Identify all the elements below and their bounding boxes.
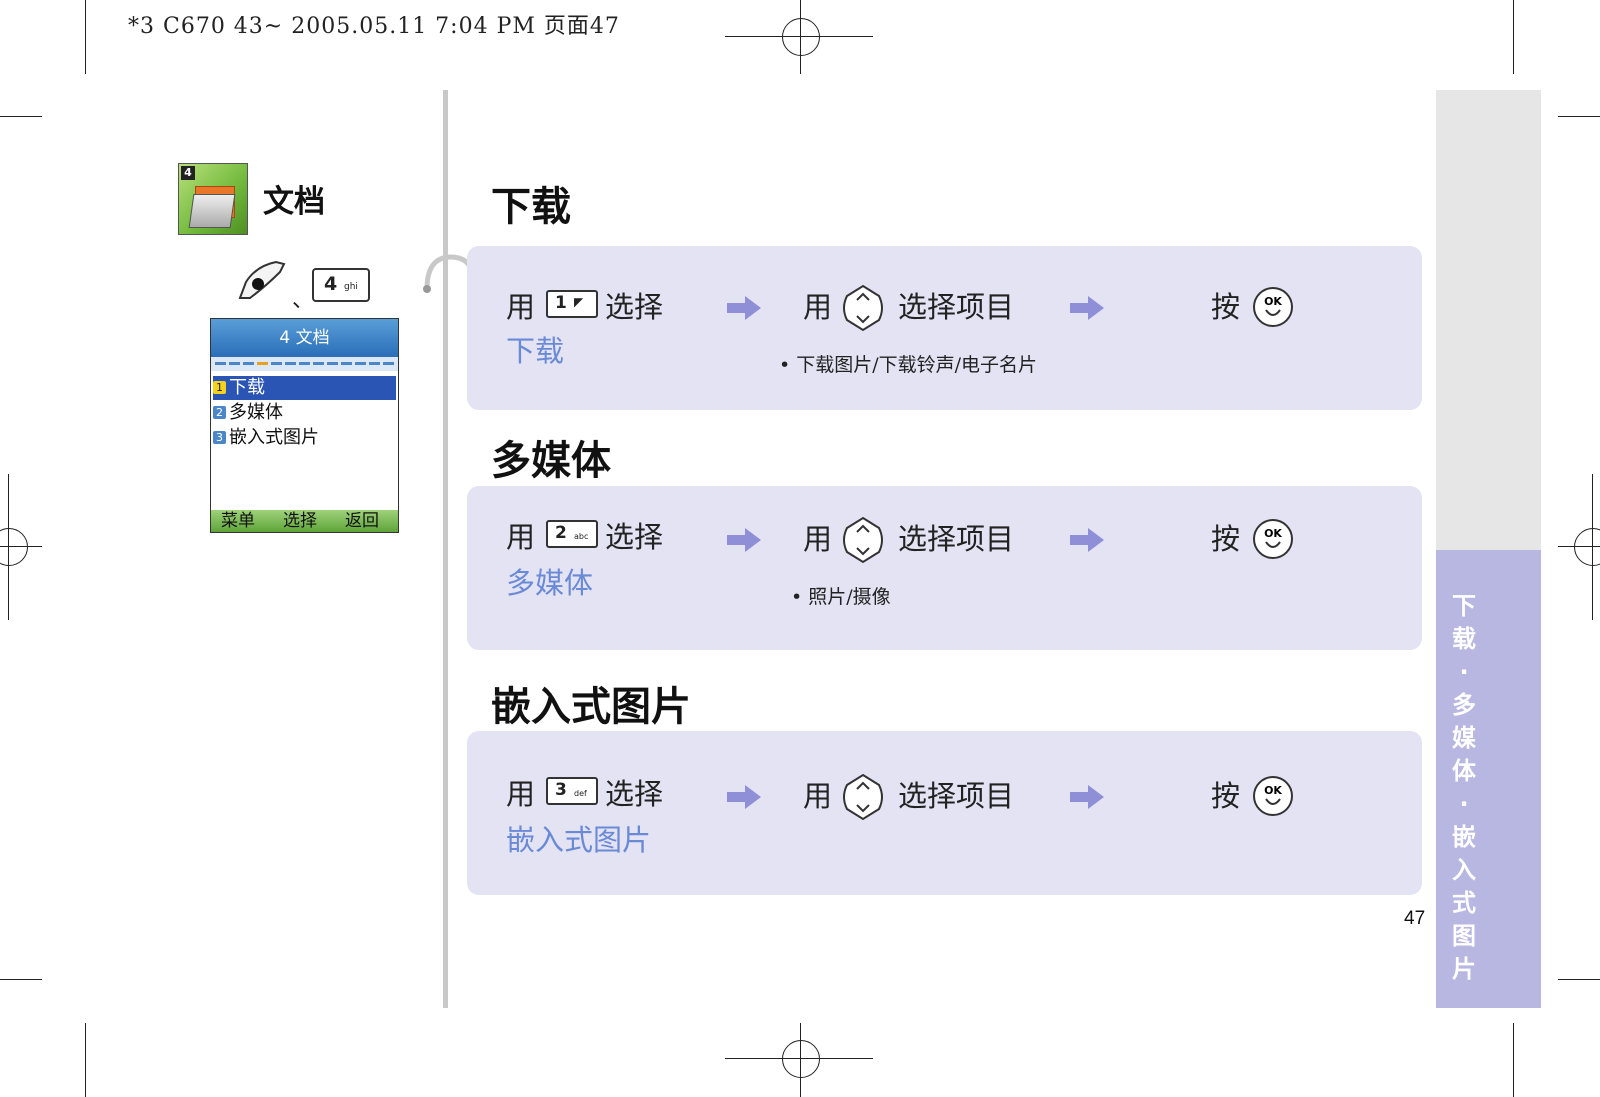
app-icon-number: 4 bbox=[181, 166, 195, 180]
phone-screen: 4 文档 1 下载 2 多媒体 3 嵌入式图片 菜单 选择 返回 bbox=[210, 318, 399, 533]
crop-mark bbox=[85, 0, 86, 74]
print-header: *3 C670 43~ 2005.05.11 7:04 PM 页面47 bbox=[128, 14, 620, 39]
item-number: 2 bbox=[213, 406, 226, 419]
registration-mark bbox=[1574, 528, 1600, 566]
arrow-right-icon bbox=[1070, 528, 1104, 552]
phone-tab-strip bbox=[211, 357, 398, 371]
item-label: 嵌入式图片 bbox=[229, 427, 319, 448]
step3-press: 按 bbox=[1211, 779, 1241, 813]
phone-screen-title: 4 文档 bbox=[211, 319, 398, 357]
step2-suffix: 选择项目 bbox=[898, 779, 1015, 813]
arrow-right-icon bbox=[1070, 296, 1104, 320]
key-digit: 1 bbox=[555, 293, 567, 313]
step1-suffix: 选择 bbox=[605, 520, 664, 554]
key-3-icon: 3 def bbox=[546, 777, 598, 805]
navigation-key-icon bbox=[843, 516, 883, 564]
phone-menu-item-embedded-images[interactable]: 3 嵌入式图片 bbox=[213, 426, 396, 450]
ok-key-icon: OK bbox=[1253, 776, 1293, 816]
crop-mark bbox=[1513, 1023, 1514, 1097]
crop-mark bbox=[1558, 979, 1600, 980]
side-tab-label: 下载·多媒体·嵌入式图片 bbox=[1452, 592, 1476, 983]
crop-mark bbox=[0, 116, 42, 117]
instruction-panel-download: 用 1 ◤ 选择 下载 用 选择项目 • 下载图片/下载铃声/电子名片 按 OK bbox=[467, 246, 1422, 410]
step1-suffix: 选择 bbox=[605, 290, 664, 324]
softkey-select[interactable]: 选择 bbox=[283, 510, 317, 532]
key-letters: def bbox=[574, 789, 587, 798]
crop-mark bbox=[0, 979, 42, 980]
registration-mark bbox=[0, 528, 28, 566]
voicemail-glyph: ◤ bbox=[574, 295, 584, 309]
section-title-embedded-images: 嵌入式图片 bbox=[491, 684, 691, 730]
key-letters: abc bbox=[574, 532, 589, 541]
ok-key-icon: OK bbox=[1253, 519, 1293, 559]
softkey-back[interactable]: 返回 bbox=[345, 510, 379, 532]
key-4-icon: 4 ghi bbox=[312, 268, 370, 302]
ok-key-label: OK bbox=[1264, 527, 1282, 540]
column-divider bbox=[443, 90, 448, 1008]
navigation-key-icon bbox=[843, 284, 883, 332]
section-title-download: 下载 bbox=[491, 184, 571, 230]
step1-target: 下载 bbox=[506, 334, 565, 368]
crop-mark bbox=[85, 1023, 86, 1097]
phone-menu-item-multimedia[interactable]: 2 多媒体 bbox=[213, 401, 396, 425]
item-label: 多媒体 bbox=[229, 402, 283, 423]
crop-mark bbox=[1513, 0, 1514, 74]
key-digit: 2 bbox=[555, 523, 567, 543]
step1-prefix: 用 bbox=[506, 520, 536, 554]
step1-prefix: 用 bbox=[506, 290, 536, 324]
app-title: 文档 bbox=[263, 184, 325, 220]
ok-key-icon: OK bbox=[1253, 287, 1293, 327]
step2-suffix: 选择项目 bbox=[898, 290, 1015, 324]
registration-mark bbox=[782, 18, 820, 56]
step2-prefix: 用 bbox=[803, 290, 833, 324]
arrow-right-icon bbox=[727, 296, 761, 320]
step2-prefix: 用 bbox=[803, 522, 833, 556]
step2-prefix: 用 bbox=[803, 779, 833, 813]
item-number: 3 bbox=[213, 431, 226, 444]
softkey-menu[interactable]: 菜单 bbox=[221, 510, 255, 532]
step3-press: 按 bbox=[1211, 522, 1241, 556]
phone-menu-item-download[interactable]: 1 下载 bbox=[213, 376, 396, 400]
arrow-right-icon bbox=[727, 785, 761, 809]
folder-icon bbox=[188, 194, 236, 228]
phone-softkey-bar: 菜单 选择 返回 bbox=[211, 510, 398, 532]
step1-target: 多媒体 bbox=[506, 566, 594, 600]
arrow-right-icon bbox=[1070, 785, 1104, 809]
step1-prefix: 用 bbox=[506, 777, 536, 811]
instruction-panel-embedded-images: 用 3 def 选择 嵌入式图片 用 选择项目 按 OK bbox=[467, 731, 1422, 895]
side-margin-band bbox=[1436, 90, 1541, 550]
step1-target: 嵌入式图片 bbox=[506, 823, 652, 857]
step2-suffix: 选择项目 bbox=[898, 522, 1015, 556]
key-2-icon: 2 abc bbox=[546, 520, 598, 548]
key-digit: 3 bbox=[555, 780, 567, 800]
page-number: 47 bbox=[1404, 908, 1426, 929]
section-title-multimedia: 多媒体 bbox=[491, 438, 611, 484]
separator-comma: 、 bbox=[292, 288, 315, 313]
ok-key-label: OK bbox=[1264, 784, 1282, 797]
key-letters: ghi bbox=[344, 282, 358, 292]
documents-app-icon: 4 bbox=[178, 163, 248, 235]
options-note: • 下载图片/下载铃声/电子名片 bbox=[779, 354, 1038, 376]
menu-nav-key-icon bbox=[238, 260, 286, 299]
step3-press: 按 bbox=[1211, 290, 1241, 324]
instruction-panel-multimedia: 用 2 abc 选择 多媒体 用 选择项目 • 照片/摄像 按 OK bbox=[467, 486, 1422, 650]
options-note: • 照片/摄像 bbox=[791, 586, 891, 608]
registration-mark bbox=[782, 1040, 820, 1078]
item-number: 1 bbox=[213, 381, 226, 394]
key-digit: 4 bbox=[324, 273, 338, 295]
ok-key-label: OK bbox=[1264, 295, 1282, 308]
step1-suffix: 选择 bbox=[605, 777, 664, 811]
key-1-icon: 1 ◤ bbox=[546, 290, 598, 318]
arrow-right-icon bbox=[727, 528, 761, 552]
navigation-key-icon bbox=[843, 773, 883, 821]
item-label: 下载 bbox=[229, 377, 265, 398]
crop-mark bbox=[1558, 116, 1600, 117]
